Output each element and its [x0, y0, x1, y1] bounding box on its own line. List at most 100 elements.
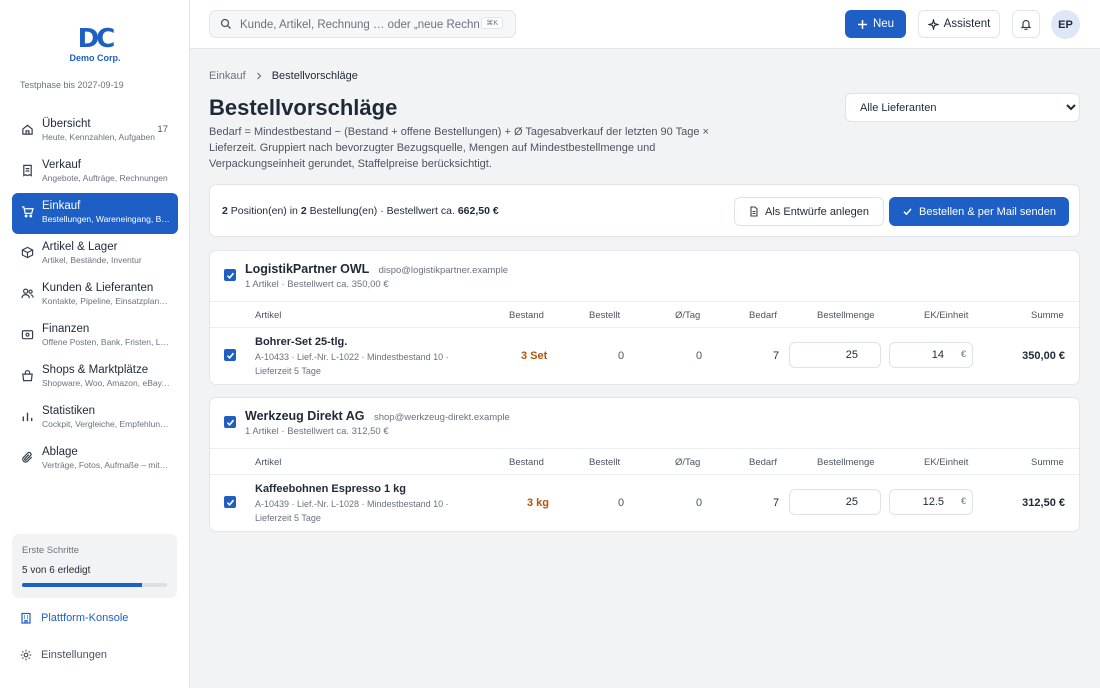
- sidebar-item-sublabel: Verträge, Fotos, Aufmaße – mit Suche: [42, 460, 170, 470]
- sidebar-item-einkauf[interactable]: Einkauf Bestellungen, Wareneingang, Best…: [12, 193, 178, 234]
- article-name: Kaffeebohnen Espresso 1 kg: [255, 483, 406, 495]
- order-quantity-value: 25: [845, 349, 858, 361]
- checkmark-icon: [226, 499, 234, 506]
- order-send-mail-label: Bestellen & per Mail senden: [919, 205, 1056, 218]
- main-nav: Übersicht Heute, Kennzahlen, Aufgaben 17…: [12, 111, 178, 480]
- supplier-group: LogistikPartner OWL dispo@logistikpartne…: [209, 250, 1080, 385]
- breadcrumb-parent[interactable]: Einkauf: [209, 70, 246, 82]
- sidebar-item-label: Artikel & Lager: [42, 241, 118, 253]
- sidebar-item-label: Shops & Marktplätze: [42, 364, 149, 376]
- supplier-email[interactable]: shop@werkzeug-direkt.example: [374, 412, 510, 423]
- order-quantity-input[interactable]: 25: [789, 489, 881, 515]
- sidebar-item-kunden-lieferanten[interactable]: Kunden & Lieferanten Kontakte, Pipeline,…: [12, 275, 178, 316]
- users-icon: [21, 288, 34, 299]
- sidebar-item-label: Finanzen: [42, 323, 90, 335]
- sidebar-item-artikel-lager[interactable]: Artikel & Lager Artikel, Bestände, Inven…: [12, 234, 178, 275]
- column-header-ek-einheit: EK/Einheit: [924, 310, 969, 321]
- platform-console-link[interactable]: Plattform-Konsole: [20, 612, 128, 624]
- order-quantity-input[interactable]: 25: [789, 342, 881, 368]
- onboarding-progress-bar: [22, 583, 167, 587]
- sidebar-item-sublabel: Heute, Kennzahlen, Aufgaben: [42, 132, 155, 142]
- row-checkbox[interactable]: [224, 496, 236, 508]
- summary-positions: 2: [222, 205, 228, 217]
- checkmark-icon: [226, 272, 234, 279]
- summary-value: 662,50 €: [457, 205, 499, 217]
- topbar: ⌘K Neu Assistent EP: [190, 0, 1100, 49]
- shop-icon: [22, 369, 33, 382]
- unit-price-value: 14: [931, 349, 944, 361]
- sidebar-item-label: Verkauf: [42, 159, 81, 171]
- sidebar-item-label: Statistiken: [42, 405, 96, 417]
- settings-link[interactable]: Einstellungen: [20, 649, 107, 661]
- column-header-bestellmenge: Bestellmenge: [817, 457, 875, 468]
- user-avatar[interactable]: EP: [1051, 10, 1080, 39]
- supplier-summary: 1 Artikel · Bestellwert ca. 350,00 €: [245, 279, 389, 290]
- column-header-artikel: Artikel: [255, 310, 282, 321]
- sidebar-item-uebersicht[interactable]: Übersicht Heute, Kennzahlen, Aufgaben 17: [12, 111, 178, 152]
- unit-price-input[interactable]: 14 €: [889, 342, 973, 368]
- search-icon: [220, 18, 231, 29]
- sidebar-item-statistiken[interactable]: Statistiken Cockpit, Vergleiche, Empfehl…: [12, 398, 178, 439]
- need-value: 7: [773, 350, 780, 362]
- chart-icon: [22, 412, 33, 422]
- sidebar: DC Demo Corp. Testphase bis 2027-09-19 Ü…: [0, 0, 190, 688]
- supplier-checkbox[interactable]: [224, 416, 236, 428]
- order-quantity-value: 25: [845, 496, 858, 508]
- supplier-header: Werkzeug Direkt AG shop@werkzeug-direkt.…: [245, 409, 510, 423]
- logo-mark: DC: [77, 24, 116, 54]
- onboarding-title: Erste Schritte: [22, 545, 80, 556]
- order-send-mail-button[interactable]: Bestellen & per Mail senden: [889, 197, 1069, 226]
- onboarding-progress-text: 5 von 6 erledigt: [22, 565, 91, 576]
- supplier-checkbox[interactable]: [224, 269, 236, 281]
- ordered-value: 0: [618, 350, 625, 362]
- onboarding-card[interactable]: Erste Schritte 5 von 6 erledigt: [12, 534, 177, 598]
- article-meta: A-10433 · Lief.-Nr. L-1022 · Mindestbest…: [255, 352, 449, 376]
- bell-icon: [1020, 19, 1032, 30]
- ordered-value: 0: [618, 497, 625, 509]
- supplier-email[interactable]: dispo@logistikpartner.example: [379, 265, 509, 276]
- assistant-button[interactable]: Assistent: [918, 10, 1000, 38]
- sidebar-item-ablage[interactable]: Ablage Verträge, Fotos, Aufmaße – mit Su…: [12, 439, 178, 480]
- summary-orders: 2: [300, 205, 307, 217]
- row-checkbox[interactable]: [224, 349, 236, 361]
- supplier-filter-select[interactable]: Alle Lieferanten: [845, 93, 1080, 122]
- sidebar-item-shops[interactable]: Shops & Marktplätze Shopware, Woo, Amazo…: [12, 357, 178, 398]
- home-icon: [22, 124, 33, 135]
- supplier-summary: 1 Artikel · Bestellwert ca. 312,50 €: [245, 426, 389, 437]
- sidebar-item-label: Einkauf: [42, 200, 81, 212]
- unit-price-input[interactable]: 12.5 €: [889, 489, 973, 515]
- article-meta: A-10439 · Lief.-Nr. L-1028 · Mindestbest…: [255, 499, 449, 523]
- column-header-per-day: Ø/Tag: [675, 310, 701, 321]
- notifications-button[interactable]: [1012, 10, 1040, 38]
- summary-bar: 2 Position(en) in 2 Bestellung(en) · Bes…: [209, 184, 1080, 237]
- column-header-artikel: Artikel: [255, 457, 282, 468]
- sidebar-item-sublabel: Cockpit, Vergleiche, Empfehlungen: [42, 419, 170, 429]
- search-input[interactable]: [240, 15, 480, 34]
- column-header-bedarf: Bedarf: [749, 457, 777, 468]
- sidebar-item-label: Ablage: [42, 446, 78, 458]
- new-button[interactable]: Neu: [845, 10, 906, 38]
- assistant-button-label: Assistent: [943, 18, 991, 30]
- need-value: 7: [773, 497, 780, 509]
- sidebar-item-finanzen[interactable]: Finanzen Offene Posten, Bank, Fristen, L…: [12, 316, 178, 357]
- per-day-value: 0: [696, 497, 703, 509]
- column-header-bestellmenge: Bestellmenge: [817, 310, 875, 321]
- column-header-summe: Summe: [1031, 310, 1064, 321]
- brand-logo[interactable]: DC Demo Corp.: [68, 26, 122, 63]
- create-drafts-button[interactable]: Als Entwürfe anlegen: [734, 197, 884, 226]
- sidebar-item-sublabel: Offene Posten, Bank, Fristen, Lieferante…: [42, 337, 170, 347]
- cart-icon: [21, 206, 34, 218]
- checkmark-icon: [226, 419, 234, 426]
- chevron-right-icon: [256, 72, 262, 80]
- global-search[interactable]: ⌘K: [209, 10, 516, 38]
- sidebar-item-verkauf[interactable]: Verkauf Angebote, Aufträge, Rechnungen: [12, 152, 178, 193]
- sidebar-item-sublabel: Shopware, Woo, Amazon, eBay, Etsy: [42, 378, 170, 388]
- stock-value: 3 Set: [521, 350, 548, 362]
- supplier-group: Werkzeug Direkt AG shop@werkzeug-direkt.…: [209, 397, 1080, 532]
- stock-value: 3 kg: [527, 497, 550, 509]
- sidebar-item-sublabel: Bestellungen, Wareneingang, Bestellvorsc…: [42, 214, 170, 224]
- trial-notice: Testphase bis 2027-09-19: [20, 80, 124, 90]
- receipt-icon: [23, 164, 32, 177]
- box-icon: [21, 246, 34, 259]
- building-icon: [21, 612, 31, 624]
